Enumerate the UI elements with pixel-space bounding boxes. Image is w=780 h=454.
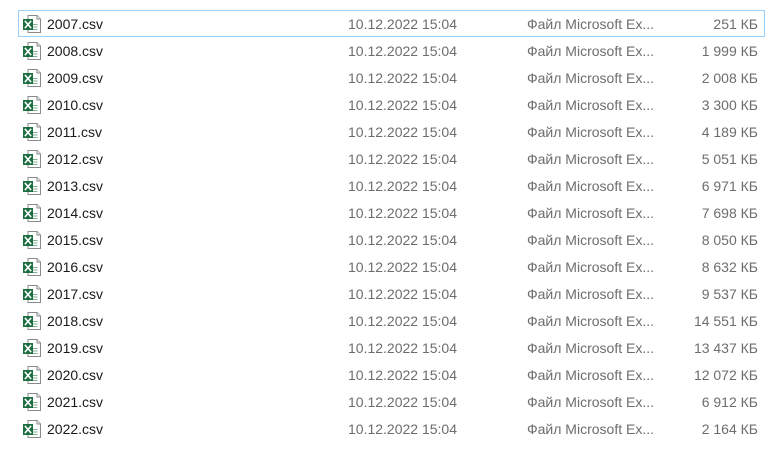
file-row[interactable]: 2011.csv 10.12.2022 15:04 Файл Microsoft… [18, 118, 765, 145]
file-name: 2009.csv [47, 70, 104, 86]
file-name: 2017.csv [47, 286, 104, 302]
excel-csv-icon [22, 176, 42, 196]
excel-csv-icon [22, 122, 42, 142]
file-modified-date: 10.12.2022 15:04 [348, 97, 457, 113]
file-name: 2010.csv [47, 97, 104, 113]
file-name: 2020.csv [47, 367, 104, 383]
file-row[interactable]: 2014.csv 10.12.2022 15:04 Файл Microsoft… [18, 199, 765, 226]
file-type: Файл Microsoft Ex... [527, 124, 654, 140]
file-modified-date: 10.12.2022 15:04 [348, 151, 457, 167]
file-size: 3 300 КБ [701, 97, 758, 113]
file-type: Файл Microsoft Ex... [527, 286, 654, 302]
excel-csv-icon [22, 257, 42, 277]
file-row[interactable]: 2015.csv 10.12.2022 15:04 Файл Microsoft… [18, 226, 765, 253]
file-row[interactable]: 2009.csv 10.12.2022 15:04 Файл Microsoft… [18, 64, 765, 91]
file-row[interactable]: 2018.csv 10.12.2022 15:04 Файл Microsoft… [18, 307, 765, 334]
file-row[interactable]: 2020.csv 10.12.2022 15:04 Файл Microsoft… [18, 361, 765, 388]
file-modified-date: 10.12.2022 15:04 [348, 16, 457, 32]
file-size: 7 698 КБ [701, 205, 758, 221]
file-name: 2013.csv [47, 178, 104, 194]
file-type: Файл Microsoft Ex... [527, 70, 654, 86]
file-size: 6 971 КБ [701, 178, 758, 194]
file-name: 2018.csv [47, 313, 104, 329]
file-type: Файл Microsoft Ex... [527, 178, 654, 194]
file-size: 9 537 КБ [701, 286, 758, 302]
excel-csv-icon [22, 365, 42, 385]
file-modified-date: 10.12.2022 15:04 [348, 340, 457, 356]
file-type: Файл Microsoft Ex... [527, 340, 654, 356]
file-row[interactable]: 2010.csv 10.12.2022 15:04 Файл Microsoft… [18, 91, 765, 118]
excel-csv-icon [22, 230, 42, 250]
file-size: 6 912 КБ [701, 394, 758, 410]
file-size: 12 072 КБ [693, 367, 758, 383]
file-row[interactable]: 2008.csv 10.12.2022 15:04 Файл Microsoft… [18, 37, 765, 64]
file-name: 2019.csv [47, 340, 104, 356]
file-modified-date: 10.12.2022 15:04 [348, 367, 457, 383]
file-type: Файл Microsoft Ex... [527, 43, 654, 59]
file-row[interactable]: 2016.csv 10.12.2022 15:04 Файл Microsoft… [18, 253, 765, 280]
excel-csv-icon [22, 41, 42, 61]
file-type: Файл Microsoft Ex... [527, 151, 654, 167]
excel-csv-icon [22, 68, 42, 88]
excel-csv-icon [22, 149, 42, 169]
file-row[interactable]: 2007.csv 10.12.2022 15:04 Файл Microsoft… [18, 10, 765, 37]
file-size: 8 050 КБ [701, 232, 758, 248]
file-type: Файл Microsoft Ex... [527, 232, 654, 248]
excel-csv-icon [22, 392, 42, 412]
file-name: 2008.csv [47, 43, 104, 59]
file-modified-date: 10.12.2022 15:04 [348, 124, 457, 140]
excel-csv-icon [22, 203, 42, 223]
file-name: 2014.csv [47, 205, 104, 221]
excel-csv-icon [22, 311, 42, 331]
file-row[interactable]: 2017.csv 10.12.2022 15:04 Файл Microsoft… [18, 280, 765, 307]
file-type: Файл Microsoft Ex... [527, 313, 654, 329]
excel-csv-icon [22, 95, 42, 115]
file-modified-date: 10.12.2022 15:04 [348, 286, 457, 302]
file-modified-date: 10.12.2022 15:04 [348, 394, 457, 410]
file-type: Файл Microsoft Ex... [527, 367, 654, 383]
file-row[interactable]: 2013.csv 10.12.2022 15:04 Файл Microsoft… [18, 172, 765, 199]
file-type: Файл Microsoft Ex... [527, 421, 654, 437]
file-name: 2012.csv [47, 151, 104, 167]
file-type: Файл Microsoft Ex... [527, 394, 654, 410]
file-modified-date: 10.12.2022 15:04 [348, 70, 457, 86]
file-size: 4 189 КБ [701, 124, 758, 140]
file-list: 2007.csv 10.12.2022 15:04 Файл Microsoft… [18, 10, 765, 442]
file-modified-date: 10.12.2022 15:04 [348, 421, 457, 437]
excel-csv-icon [22, 338, 42, 358]
file-name: 2021.csv [47, 394, 104, 410]
file-size: 5 051 КБ [701, 151, 758, 167]
file-row[interactable]: 2012.csv 10.12.2022 15:04 Файл Microsoft… [18, 145, 765, 172]
file-name: 2016.csv [47, 259, 104, 275]
file-row[interactable]: 2022.csv 10.12.2022 15:04 Файл Microsoft… [18, 415, 765, 442]
file-name: 2011.csv [47, 124, 102, 140]
file-modified-date: 10.12.2022 15:04 [348, 43, 457, 59]
file-name: 2015.csv [47, 232, 104, 248]
excel-csv-icon [22, 284, 42, 304]
file-size: 2 164 КБ [701, 421, 758, 437]
file-modified-date: 10.12.2022 15:04 [348, 205, 457, 221]
file-type: Файл Microsoft Ex... [527, 205, 654, 221]
file-size: 2 008 КБ [701, 70, 758, 86]
file-name: 2007.csv [47, 16, 104, 32]
file-size: 14 551 КБ [693, 313, 758, 329]
file-row[interactable]: 2019.csv 10.12.2022 15:04 Файл Microsoft… [18, 334, 765, 361]
file-modified-date: 10.12.2022 15:04 [348, 313, 457, 329]
file-size: 8 632 КБ [701, 259, 758, 275]
file-type: Файл Microsoft Ex... [527, 16, 654, 32]
file-modified-date: 10.12.2022 15:04 [348, 178, 457, 194]
file-modified-date: 10.12.2022 15:04 [348, 259, 457, 275]
file-modified-date: 10.12.2022 15:04 [348, 232, 457, 248]
file-type: Файл Microsoft Ex... [527, 259, 654, 275]
file-type: Файл Microsoft Ex... [527, 97, 654, 113]
excel-csv-icon [22, 14, 42, 34]
file-name: 2022.csv [47, 421, 104, 437]
file-row[interactable]: 2021.csv 10.12.2022 15:04 Файл Microsoft… [18, 388, 765, 415]
file-size: 1 999 КБ [701, 43, 758, 59]
file-size: 13 437 КБ [693, 340, 758, 356]
file-size: 251 КБ [713, 16, 758, 32]
excel-csv-icon [22, 419, 42, 439]
